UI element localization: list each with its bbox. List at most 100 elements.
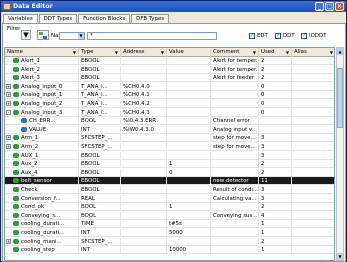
cell-used[interactable]: 0	[259, 108, 292, 117]
cell-alias[interactable]	[292, 220, 334, 228]
cell-address[interactable]	[121, 246, 167, 255]
scroll-up-icon[interactable]: ▲	[337, 48, 343, 55]
cell-name[interactable]: AUX_1	[5, 151, 79, 160]
cell-comment[interactable]: Calculating va...	[211, 194, 259, 203]
cell-type[interactable]: EBOOL	[79, 74, 121, 83]
cell-address[interactable]: %CH0.4.0	[121, 82, 167, 91]
cell-used[interactable]: 3	[259, 194, 292, 203]
cell-address[interactable]	[121, 177, 167, 186]
cell-type[interactable]: EBOOL	[79, 65, 121, 74]
cell-comment[interactable]	[211, 229, 259, 237]
cell-address[interactable]	[121, 203, 167, 212]
cell-address[interactable]	[121, 57, 167, 65]
table-row[interactable]: + Arm_1 SFCSTEP_... step for move... 3	[5, 134, 334, 143]
name-dropdown[interactable]: ▼	[59, 32, 85, 40]
cell-value[interactable]: 1	[167, 203, 211, 212]
cell-used[interactable]: 2	[259, 160, 292, 169]
cell-value[interactable]	[167, 177, 211, 186]
cell-type[interactable]: T_ANA_I...	[79, 91, 121, 100]
cell-value[interactable]: 10000	[167, 246, 211, 255]
cell-value[interactable]	[167, 125, 211, 134]
table-row[interactable]: - Analog_input_3 T_ANA_I... %CH0.4.3 0	[5, 108, 334, 117]
cell-address[interactable]: %IW0.4.3.0	[121, 125, 167, 134]
cell-type[interactable]: T_ANA_I...	[79, 82, 121, 91]
table-row[interactable]: VALUE INT %IW0.4.3.0 Analog input v...	[5, 125, 334, 134]
cell-alias[interactable]	[292, 177, 334, 185]
cell-value[interactable]	[167, 151, 211, 160]
cell-type[interactable]: T_ANA_I...	[79, 100, 121, 108]
checkmark-icon[interactable]: ✓	[301, 33, 307, 39]
cell-comment[interactable]	[211, 91, 259, 100]
cell-value[interactable]	[167, 74, 211, 83]
expand-icon[interactable]: +	[6, 135, 11, 141]
cell-alias[interactable]	[292, 152, 334, 160]
cell-type[interactable]: INT	[79, 246, 121, 255]
cell-type[interactable]: EBOOL	[79, 186, 121, 194]
cell-type[interactable]: EBOOL	[79, 177, 121, 186]
cell-type[interactable]: EBOOL	[79, 168, 121, 177]
expand-icon[interactable]: +	[6, 238, 11, 244]
cell-comment[interactable]	[211, 160, 259, 169]
table-row[interactable]: Cond_ok BOOL 1 2	[5, 203, 334, 212]
cell-value[interactable]	[167, 211, 211, 220]
cell-alias[interactable]	[292, 100, 334, 108]
tab-ddt-types[interactable]: DDT Types	[38, 14, 78, 23]
cell-comment[interactable]: Alert for temper...	[211, 65, 259, 74]
table-row[interactable]: + Analog_input_0 T_ANA_I... %CH0.4.0 0	[5, 82, 334, 91]
cell-alias[interactable]	[292, 186, 334, 194]
cell-type[interactable]: EBOOL	[79, 57, 121, 65]
cell-address[interactable]: %CH0.4.3	[121, 108, 167, 117]
cell-alias[interactable]	[292, 212, 334, 220]
cell-address[interactable]	[121, 168, 167, 177]
column-header-alias[interactable]: Alias ▼	[292, 48, 334, 57]
cell-type[interactable]: EBOOL	[79, 160, 121, 169]
cell-name[interactable]: CH_ERR...	[5, 117, 79, 126]
cell-type[interactable]: T_ANA_I...	[79, 108, 121, 117]
cell-value[interactable]	[167, 108, 211, 117]
cell-used[interactable]: 2	[259, 168, 292, 177]
table-row[interactable]: + Analog_input_2 T_ANA_I... %CH0.4.2 0	[5, 100, 334, 108]
cell-name[interactable]: Conveying_s...	[5, 211, 79, 220]
scroll-thumb[interactable]	[337, 68, 343, 128]
expand-icon[interactable]: +	[6, 92, 11, 98]
table-row[interactable]: Alert_1 EBOOL Alert for temper... 2	[5, 57, 334, 65]
table-row[interactable]: + Analog_input_1 T_ANA_I... %CH0.4.1 0	[5, 91, 334, 100]
variable-tree-icon[interactable]	[37, 30, 49, 40]
cell-alias[interactable]	[292, 143, 334, 151]
cell-value[interactable]	[167, 134, 211, 143]
cell-value[interactable]: 5000	[167, 229, 211, 237]
table-row[interactable]: Alert_2 EBOOL Alert for temper... 2	[5, 65, 334, 74]
table-row[interactable]: Aux_2 EBOOL 1 2	[5, 160, 334, 169]
edt-checkbox[interactable]: ✓ EDT	[249, 32, 268, 40]
cell-alias[interactable]	[292, 169, 334, 177]
cell-alias[interactable]	[292, 126, 334, 134]
expand-icon[interactable]: +	[6, 144, 11, 149]
cell-name[interactable]: + Analog_input_1	[5, 91, 79, 100]
cell-alias[interactable]	[292, 238, 334, 246]
cell-alias[interactable]	[292, 57, 334, 65]
cell-address[interactable]	[121, 65, 167, 74]
cell-name[interactable]: Aux_4	[5, 168, 79, 177]
cell-used[interactable]: 0	[259, 91, 292, 100]
cell-name[interactable]: + Analog_input_0	[5, 82, 79, 91]
table-row[interactable]: CH_ERR... BOOL %I0.4.3.ERR Channel error	[5, 117, 334, 126]
cell-address[interactable]: %CH0.4.2	[121, 100, 167, 108]
cell-alias[interactable]	[292, 74, 334, 82]
column-header-address[interactable]: Address ▼	[121, 48, 167, 57]
ioddt-checkbox[interactable]: ✓ IODDT	[301, 32, 326, 40]
cell-name[interactable]: + Arm_2	[5, 143, 79, 151]
cell-alias[interactable]	[292, 91, 334, 99]
table-row[interactable]: AUX_1 EBOOL 3	[5, 151, 334, 160]
cell-used[interactable]: 1	[259, 246, 292, 255]
filter-input[interactable]: *	[87, 32, 217, 40]
cell-comment[interactable]: Channel error	[211, 117, 259, 126]
cell-name[interactable]: Conversion_f...	[5, 194, 79, 203]
cell-type[interactable]: SFCSTEP_...	[79, 134, 121, 143]
cell-comment[interactable]: Alert for temper...	[211, 57, 259, 65]
cell-used[interactable]: 2	[259, 57, 292, 65]
vertical-scrollbar[interactable]: ▲ ▼	[336, 47, 344, 261]
cell-name[interactable]: Check	[5, 186, 79, 194]
ddt-checkbox[interactable]: ✓ DDT	[275, 32, 295, 40]
table-row[interactable]: cooling_durati... TIME t#5s 1	[5, 220, 334, 229]
cell-address[interactable]	[121, 237, 167, 246]
